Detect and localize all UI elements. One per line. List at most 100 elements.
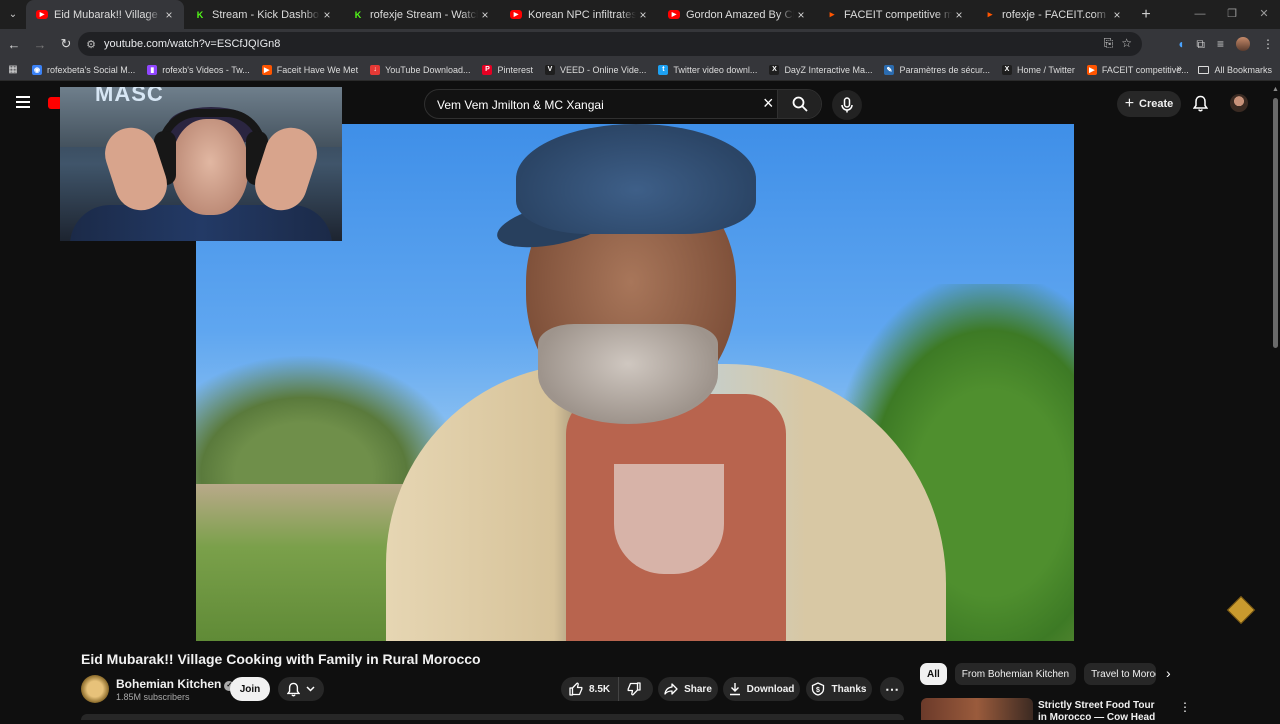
forward-button[interactable]: → [28,37,52,52]
browser-tab[interactable]: ▸ FACEIT competitive match - FA× [816,0,974,29]
browser-tab[interactable]: ▶ Gordon Amazed By Chef Who× [658,0,816,29]
bookmark-item[interactable]: X Home / Twitter [996,64,1081,75]
folder-icon [1198,66,1210,74]
bookmark-favicon-icon: t [658,64,669,75]
subscription-notifications-button[interactable] [278,677,324,701]
related-filter-chips: All From Bohemian Kitchen Travel to Moro… [920,663,1157,685]
notifications-button[interactable] [1192,95,1209,117]
thanks-button[interactable]: $ Thanks [806,677,872,701]
tab-title: Korean NPC infiltrates Sony HQ [528,8,636,21]
tab-search-button[interactable]: ⌄ [0,0,26,29]
channel-avatar[interactable] [81,675,109,703]
chip-all[interactable]: All [920,663,947,685]
thanks-icon: $ [812,682,825,696]
minimize-button[interactable]: — [1184,0,1216,29]
bookmark-item[interactable]: ◉ rofexbeta's Social M... [26,64,141,75]
bookmark-item[interactable]: X DayZ Interactive Ma... [763,64,878,75]
close-window-button[interactable]: ✕ [1248,0,1280,29]
bookmark-item[interactable]: ▶ Faceit Have We Met [256,64,364,75]
bookmark-item[interactable]: ↓ YouTube Download... [364,64,476,75]
recommendation-thumbnail[interactable] [921,698,1033,720]
search-icon [792,96,808,112]
thumbs-up-icon [569,682,583,696]
chevron-right-icon[interactable]: › [1166,665,1171,681]
like-button[interactable]: 8.5K [561,677,620,701]
bookmark-item[interactable]: P Pinterest [476,64,539,75]
recommendation-menu-icon[interactable]: ⋮ [1179,700,1191,714]
recommendation-title[interactable]: Strictly Street Food Tour in Morocco — C… [1038,700,1164,724]
back-button[interactable]: ← [2,37,26,52]
chevron-down-icon [306,686,315,692]
bookmark-favicon-icon: X [769,64,780,75]
description-box[interactable] [81,714,904,720]
close-tab-icon[interactable]: × [794,8,808,22]
bookmark-label: DayZ Interactive Ma... [784,64,873,75]
bookmark-label: rofexb's Videos - Tw... [162,64,250,75]
close-tab-icon[interactable]: × [636,8,650,22]
close-tab-icon[interactable]: × [952,8,966,22]
webcam-backdrop-text: MASC [95,87,164,106]
search-button[interactable] [777,90,821,118]
channel-name[interactable]: Bohemian Kitchen [116,677,221,691]
voice-search-button[interactable] [832,90,862,120]
restore-button[interactable]: ❐ [1216,0,1248,29]
browser-tab[interactable]: ▸ rofexje - FACEIT.com × [974,0,1132,29]
install-app-icon[interactable]: ⎘ [1104,36,1114,51]
scroll-up-arrow-icon[interactable]: ▲ [1272,86,1279,93]
bookmark-label: rofexbeta's Social M... [47,64,136,75]
bookmark-item[interactable]: ▮ rofexb's Videos - Tw... [141,64,255,75]
close-tab-icon[interactable]: × [1110,8,1124,22]
site-info-icon[interactable]: ⚙ [78,38,104,51]
bookmark-label: Pinterest [497,64,534,75]
browser-tab[interactable]: ▶ Eid Mubarak!! Village Cooking× [26,0,184,29]
chip-from-channel[interactable]: From Bohemian Kitchen [954,663,1077,685]
channel-watermark-icon[interactable] [1226,595,1256,625]
bookmarks-overflow-icon[interactable]: » [1176,63,1182,74]
create-button[interactable]: + Create [1117,91,1181,117]
address-bar[interactable]: ⚙ youtube.com/watch?v=ESCfJQIGn8 ⎘ ☆ [78,32,1142,56]
scrollbar-thumb[interactable] [1273,98,1278,348]
dislike-button[interactable] [619,682,649,696]
new-tab-button[interactable]: + [1132,6,1160,24]
download-label: Download [746,683,795,695]
channel-name-row[interactable]: Bohemian Kitchen✓ [116,677,235,691]
join-button[interactable]: Join [230,677,270,701]
search-input[interactable]: Vem Vem Jmilton & MC Xangai [437,98,604,112]
bookmark-star-icon[interactable]: ☆ [1121,36,1132,51]
subscriber-count: 1.85M subscribers [116,692,190,702]
share-button[interactable]: Share [658,677,718,701]
download-button[interactable]: Download [723,677,800,701]
streamer-webcam-overlay: MASC [60,87,342,241]
reading-list-icon[interactable]: ≡ [1217,37,1224,51]
address-url[interactable]: youtube.com/watch?v=ESCfJQIGn8 [104,38,280,50]
browser-tab[interactable]: Krofexje Stream - Watch Live on× [342,0,500,29]
more-actions-icon[interactable]: ⋯ [880,677,904,701]
tab-title: Stream - Kick Dashboard [212,8,320,21]
bookmark-favicon-icon: ↓ [370,64,381,75]
extension-wave-icon[interactable]: ◖ [1177,37,1184,51]
close-tab-icon[interactable]: × [320,8,334,22]
kick-icon: K [196,9,204,20]
account-avatar[interactable] [1230,94,1248,112]
reload-button[interactable]: ↻ [54,36,78,52]
bookmark-item[interactable]: ✎ Paramètres de sécur... [878,64,996,75]
apps-grid-icon[interactable]: ▦ [0,64,26,75]
all-bookmarks-label: All Bookmarks [1214,65,1272,75]
close-tab-icon[interactable]: × [162,8,176,22]
extensions-icon[interactable]: ⧉ [1196,37,1205,52]
browser-tab[interactable]: ▶ Korean NPC infiltrates Sony HQ× [500,0,658,29]
bookmark-item[interactable]: t Twitter video downl... [652,64,763,75]
profile-avatar[interactable] [1236,37,1250,51]
download-icon [729,683,740,696]
search-box[interactable]: Vem Vem Jmilton & MC Xangai × [424,89,822,119]
chip-travel-morocco[interactable]: Travel to Morocco [1084,663,1157,685]
clear-search-icon[interactable]: × [763,93,774,114]
bookmark-item[interactable]: V VEED - Online Vide... [539,64,652,75]
browser-menu-icon[interactable]: ⋮ [1262,37,1274,51]
all-bookmarks-button[interactable]: All Bookmarks [1198,59,1272,81]
bookmark-label: VEED - Online Vide... [560,64,647,75]
menu-icon[interactable] [16,96,30,108]
page-scrollbar[interactable]: ▲ [1270,86,1280,720]
close-tab-icon[interactable]: × [478,8,492,22]
browser-tab[interactable]: K Stream - Kick Dashboard× [184,0,342,29]
